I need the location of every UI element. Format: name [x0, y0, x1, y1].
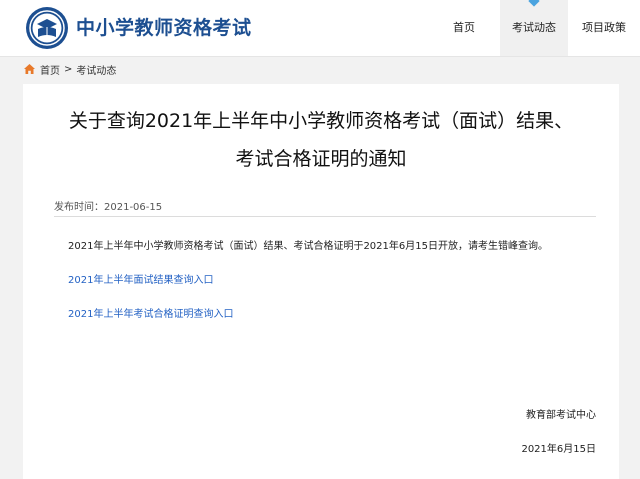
- interview-result-query-link[interactable]: 2021年上半年面试结果查询入口: [68, 271, 213, 286]
- home-icon: [24, 64, 35, 74]
- article-body: 2021年上半年中小学教师资格考试（面试）结果、考试合格证明于2021年6月15…: [68, 241, 548, 252]
- main-nav: 首页 考试动态 项目政策: [428, 0, 640, 56]
- publish-label: 发布时间：: [54, 202, 104, 213]
- education-emblem-icon[interactable]: [25, 6, 69, 50]
- site-title[interactable]: 中小学教师资格考试: [76, 13, 252, 40]
- publish-info: 发布时间：2021-06-15: [54, 198, 596, 217]
- breadcrumb-home[interactable]: 首页: [40, 62, 60, 77]
- article-title-line2: 考试合格证明的通知: [235, 148, 407, 170]
- nav-exam-news[interactable]: 考试动态: [500, 0, 568, 56]
- breadcrumb-separator: >: [64, 63, 73, 75]
- nav-policies[interactable]: 项目政策: [568, 0, 640, 56]
- breadcrumb-current[interactable]: 考试动态: [76, 62, 116, 77]
- site-header: 中小学教师资格考试 首页 考试动态 项目政策: [0, 0, 640, 57]
- publish-date: 2021-06-15: [104, 202, 163, 213]
- breadcrumb: 首页 > 考试动态: [24, 62, 116, 77]
- signature-date: 2021年6月15日: [521, 444, 596, 455]
- qualification-certificate-query-link[interactable]: 2021年上半年考试合格证明查询入口: [68, 305, 233, 320]
- nav-exam-news-label: 考试动态: [512, 21, 556, 34]
- active-nav-marker-icon: [528, 0, 540, 7]
- nav-home[interactable]: 首页: [428, 0, 500, 56]
- article-title: 关于查询2021年上半年中小学教师资格考试（面试）结果、 考试合格证明的通知: [23, 102, 619, 178]
- signature-org: 教育部考试中心: [526, 410, 596, 421]
- article-title-line1: 关于查询2021年上半年中小学教师资格考试（面试）结果、: [68, 110, 574, 132]
- article-card: 关于查询2021年上半年中小学教师资格考试（面试）结果、 考试合格证明的通知 发…: [23, 84, 619, 479]
